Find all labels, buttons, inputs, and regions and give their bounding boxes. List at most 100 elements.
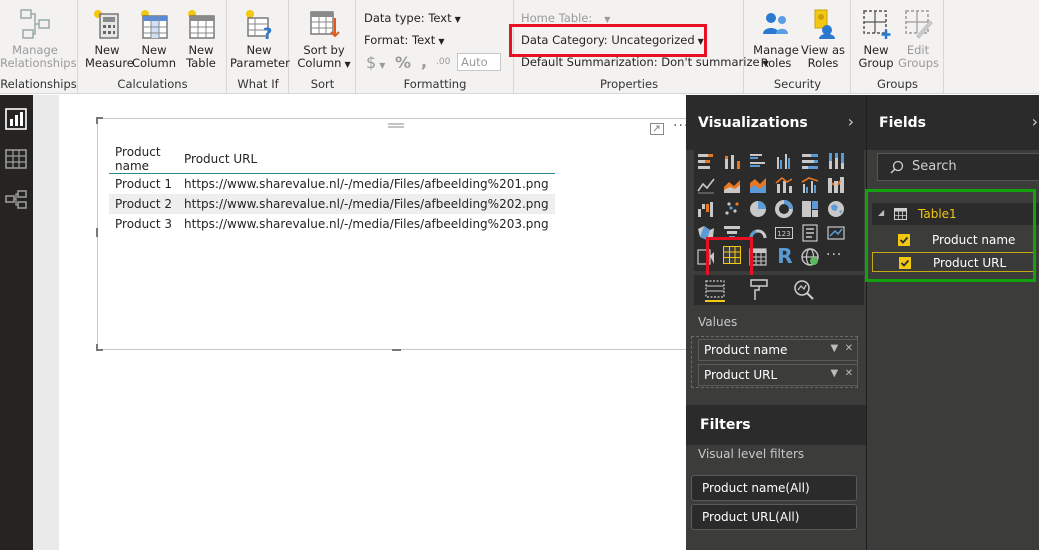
stacked-bar-chart-icon[interactable] bbox=[696, 151, 716, 171]
comma-button[interactable]: , bbox=[421, 52, 427, 71]
map-icon[interactable] bbox=[826, 199, 846, 219]
resize-handle[interactable] bbox=[96, 344, 98, 351]
percent-button[interactable]: % bbox=[395, 53, 411, 72]
resize-handle[interactable] bbox=[96, 228, 98, 237]
100-stacked-bar-icon[interactable] bbox=[800, 151, 820, 171]
fields-tab-icon[interactable] bbox=[703, 278, 727, 302]
model-view-icon[interactable] bbox=[4, 188, 28, 212]
kpi-icon[interactable] bbox=[826, 223, 846, 243]
edit-groups-icon bbox=[905, 10, 933, 39]
clustered-column-chart-icon[interactable] bbox=[774, 151, 794, 171]
new-measure-button[interactable]: New Measure bbox=[85, 8, 134, 70]
slicer-icon[interactable] bbox=[696, 247, 716, 267]
r-script-visual-icon[interactable]: R bbox=[774, 245, 796, 267]
search-icon bbox=[890, 160, 904, 174]
column-header[interactable]: Product name bbox=[109, 145, 179, 174]
group-label-properties: Properties bbox=[599, 77, 659, 91]
line-and-clustered-column-icon[interactable] bbox=[800, 175, 820, 195]
view-as-roles-button[interactable]: View as Roles bbox=[801, 8, 845, 70]
stacked-area-chart-icon[interactable] bbox=[748, 175, 768, 195]
chevron-down-icon[interactable]: ▼ bbox=[831, 343, 839, 354]
new-table-button[interactable]: New Table bbox=[179, 8, 223, 70]
checkbox-checked-icon[interactable] bbox=[898, 234, 910, 246]
new-group-button[interactable]: New Group bbox=[856, 8, 896, 70]
100-stacked-column-icon[interactable] bbox=[826, 151, 846, 171]
data-category-dropdown[interactable]: Data Category: Uncategorized ▼ bbox=[521, 33, 704, 47]
close-icon[interactable]: ✕ bbox=[845, 368, 853, 379]
table-visual[interactable]: ··· Product name Product URL Product 1 h… bbox=[96, 117, 697, 351]
fields-search-input[interactable]: Search bbox=[877, 153, 1039, 181]
filter-card-product-name[interactable]: Product name(All) bbox=[691, 475, 857, 501]
values-field-product-name[interactable]: Product name ▼ ✕ bbox=[698, 339, 858, 361]
arcgis-globe-icon[interactable] bbox=[800, 247, 820, 267]
visual-level-filters-label: Visual level filters bbox=[698, 447, 805, 461]
treemap-icon[interactable] bbox=[800, 199, 820, 219]
new-parameter-label: New Parameter bbox=[230, 43, 290, 70]
report-page[interactable]: ··· Product name Product URL Product 1 h… bbox=[59, 95, 697, 550]
expand-triangle-icon[interactable]: ◢ bbox=[878, 208, 884, 217]
clustered-bar-chart-icon[interactable] bbox=[748, 151, 768, 171]
waterfall-chart-icon[interactable] bbox=[696, 199, 716, 219]
chevron-right-icon[interactable]: › bbox=[1032, 112, 1038, 131]
sort-by-column-button[interactable]: Sort by Column ▼ bbox=[294, 8, 354, 71]
filter-card-product-url[interactable]: Product URL(All) bbox=[691, 504, 857, 530]
default-summarization-label: Default Summarization: Don't summarize bbox=[521, 55, 760, 69]
column-header[interactable]: Product URL bbox=[178, 145, 555, 174]
field-item-product-url[interactable]: Product URL bbox=[872, 252, 1035, 272]
values-field-product-url[interactable]: Product URL ▼ ✕ bbox=[698, 364, 858, 386]
drag-handle-icon[interactable] bbox=[388, 122, 404, 130]
new-column-button[interactable]: New Column bbox=[132, 8, 176, 70]
new-parameter-button[interactable]: ? New Parameter bbox=[230, 8, 290, 70]
donut-chart-icon[interactable] bbox=[774, 199, 794, 219]
analytics-magnifier-icon[interactable] bbox=[792, 278, 816, 302]
field-list-table-table1[interactable]: ◢ Table1 bbox=[872, 203, 1039, 225]
ribbon-chart-icon[interactable] bbox=[826, 175, 846, 195]
filled-map-icon[interactable] bbox=[696, 223, 716, 243]
table-visual-icon[interactable] bbox=[722, 245, 744, 267]
pie-chart-icon[interactable] bbox=[748, 199, 768, 219]
line-and-column-chart-icon[interactable] bbox=[774, 175, 794, 195]
decimals-button[interactable]: .00 bbox=[436, 57, 450, 67]
default-summarization-dropdown[interactable]: Default Summarization: Don't summarize ▼ bbox=[521, 55, 769, 69]
close-icon[interactable]: ✕ bbox=[845, 343, 853, 354]
more-visuals-icon[interactable]: ··· bbox=[826, 245, 850, 265]
gauge-icon[interactable] bbox=[748, 223, 768, 243]
sort-icon bbox=[310, 11, 340, 38]
new-group-icon bbox=[863, 10, 891, 39]
values-well[interactable]: Product name ▼ ✕ Product URL ▼ ✕ bbox=[691, 336, 858, 388]
calculator-icon bbox=[94, 10, 119, 39]
resize-handle[interactable] bbox=[392, 349, 401, 351]
edit-groups-label: Edit Groups bbox=[898, 43, 940, 70]
field-item-product-name[interactable]: Product name bbox=[872, 230, 1035, 250]
visualizations-title: Visualizations bbox=[698, 115, 808, 131]
decimal-places-input[interactable]: Auto bbox=[457, 53, 501, 71]
focus-mode-icon[interactable] bbox=[650, 123, 664, 135]
well-field-controls: ▼ ✕ bbox=[831, 368, 853, 379]
manage-relationships-button[interactable]: Manage Relationships bbox=[0, 8, 77, 70]
paint-roller-icon[interactable] bbox=[747, 278, 771, 302]
line-chart-icon[interactable] bbox=[696, 175, 716, 195]
well-field-controls: ▼ ✕ bbox=[831, 343, 853, 354]
card-icon[interactable]: 123 bbox=[774, 223, 794, 243]
scatter-chart-icon[interactable] bbox=[722, 199, 742, 219]
report-view-icon[interactable] bbox=[4, 107, 28, 131]
chevron-down-icon[interactable]: ▼ bbox=[831, 368, 839, 379]
area-chart-icon[interactable] bbox=[722, 175, 742, 195]
funnel-chart-icon[interactable] bbox=[722, 223, 742, 243]
format-dropdown[interactable]: Format: Text ▼ bbox=[364, 33, 444, 47]
ribbon-group-whatif: ? New Parameter What If bbox=[228, 0, 290, 94]
stacked-column-chart-icon[interactable] bbox=[722, 151, 742, 171]
r-label: R bbox=[777, 244, 793, 268]
data-view-icon[interactable] bbox=[4, 147, 28, 171]
edit-groups-button[interactable]: Edit Groups bbox=[898, 8, 940, 70]
matrix-icon[interactable] bbox=[748, 247, 768, 267]
home-table-dropdown[interactable]: Home Table: ▼ bbox=[521, 11, 610, 25]
data-type-dropdown[interactable]: Data type: Text ▼ bbox=[364, 11, 461, 25]
currency-button[interactable]: $ ▼ bbox=[366, 53, 385, 72]
manage-roles-button[interactable]: Manage Roles bbox=[753, 8, 799, 70]
checkbox-checked-icon[interactable] bbox=[899, 257, 911, 269]
multi-row-card-icon[interactable] bbox=[800, 223, 820, 243]
resize-handle[interactable] bbox=[96, 117, 98, 124]
visual-type-gallery: 123 R ··· bbox=[694, 147, 864, 271]
chevron-right-icon[interactable]: › bbox=[848, 112, 854, 131]
